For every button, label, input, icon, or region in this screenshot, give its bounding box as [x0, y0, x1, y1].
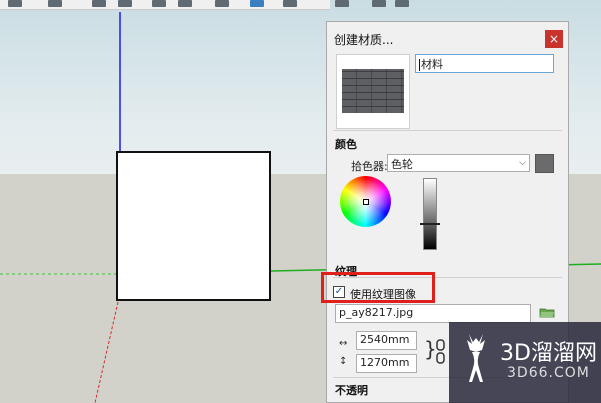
watermark: 3D溜溜网 3D66.COM: [449, 322, 601, 403]
watermark-line2: 3D66.COM: [507, 365, 590, 381]
dialog-title: 创建材质...: [334, 33, 394, 47]
material-name-value: 材料: [421, 58, 443, 71]
brick-texture-thumbnail: [342, 69, 404, 113]
annotation-highlight-box: [321, 272, 435, 303]
picker-selected-value: 色轮: [391, 158, 413, 171]
height-arrow-icon: ↕: [339, 356, 348, 367]
material-name-input[interactable]: 材料: [415, 54, 554, 73]
red-axis: [94, 301, 119, 403]
material-preview: [336, 54, 410, 129]
close-button[interactable]: ×: [545, 30, 563, 48]
color-wheel[interactable]: [340, 176, 391, 227]
watermark-line1: 3D溜溜网: [500, 341, 597, 366]
link-bracket-icon: }: [424, 337, 437, 361]
folder-browse-icon[interactable]: [539, 306, 555, 318]
texture-height-input[interactable]: 1270mm: [356, 354, 417, 373]
color-section-title: 颜色: [335, 138, 357, 151]
chevron-down-icon: ⌵: [519, 158, 526, 168]
chain-link-icon[interactable]: [436, 338, 445, 366]
texture-width-input[interactable]: 2540mm: [356, 331, 417, 350]
texture-file-field[interactable]: p_ay8217.jpg: [335, 304, 531, 323]
deer-logo-icon: [467, 334, 485, 382]
brightness-slider[interactable]: [420, 178, 440, 250]
picker-label: 拾色器:: [351, 160, 388, 173]
divider: [333, 130, 562, 131]
width-arrow-icon: ↔: [339, 338, 348, 349]
rectangle-face[interactable]: [116, 151, 271, 301]
brightness-slider-handle[interactable]: [420, 223, 440, 225]
wheel-marker[interactable]: [363, 199, 369, 205]
color-picker-select[interactable]: 色轮 ⌵: [387, 154, 530, 172]
current-color-swatch[interactable]: [535, 154, 554, 173]
opacity-section-title: 不透明: [335, 384, 368, 397]
